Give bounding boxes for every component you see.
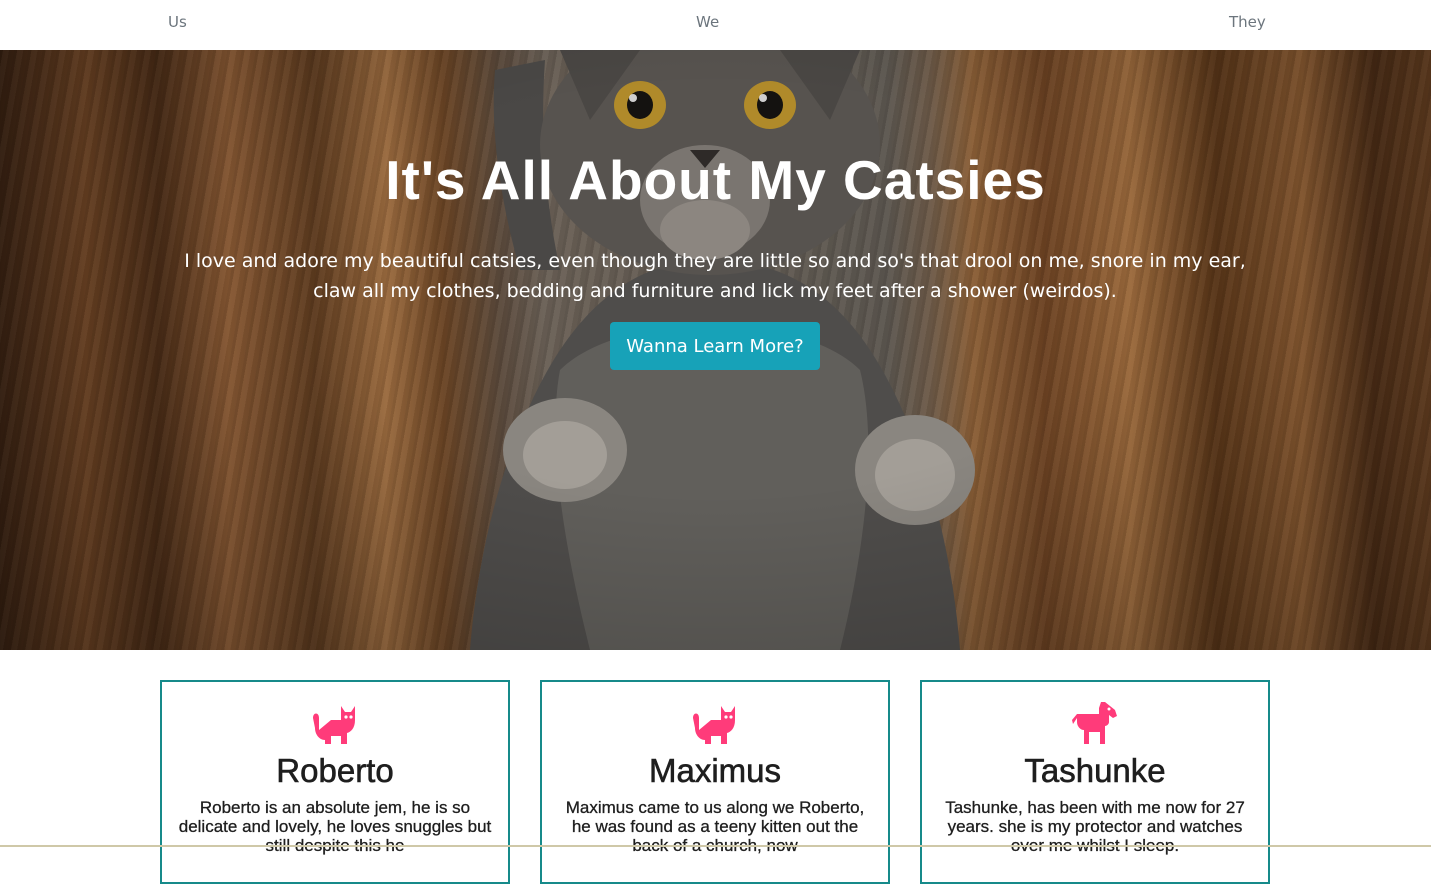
horse-icon: [1072, 702, 1117, 744]
cat-icon: [693, 706, 735, 744]
top-navigation: Us We They: [0, 0, 1431, 50]
cat-icon: [313, 706, 355, 744]
card-title: Roberto: [276, 752, 394, 790]
card-title: Maximus: [648, 752, 782, 790]
nav-link-us[interactable]: Us: [168, 13, 187, 31]
nav-link-we[interactable]: We: [696, 13, 719, 31]
card-title: Tashunke: [1024, 752, 1166, 790]
cat-card-roberto: Roberto Roberto is an absolute jem, he i…: [160, 680, 510, 884]
learn-more-button[interactable]: Wanna Learn More?: [610, 322, 820, 370]
hero-description: I love and adore my beautiful catsies, e…: [184, 250, 1246, 302]
cat-card-maximus: Maximus Maximus came to us along we Robe…: [540, 680, 890, 884]
hero-title: It's All About My Catsies: [385, 149, 1046, 211]
pet-card-tashunke: Tashunke Tashunke, has been with me now …: [920, 680, 1270, 884]
hero-banner: It's All About My Catsies I love and ado…: [0, 50, 1431, 650]
nav-link-they[interactable]: They: [1229, 13, 1266, 31]
